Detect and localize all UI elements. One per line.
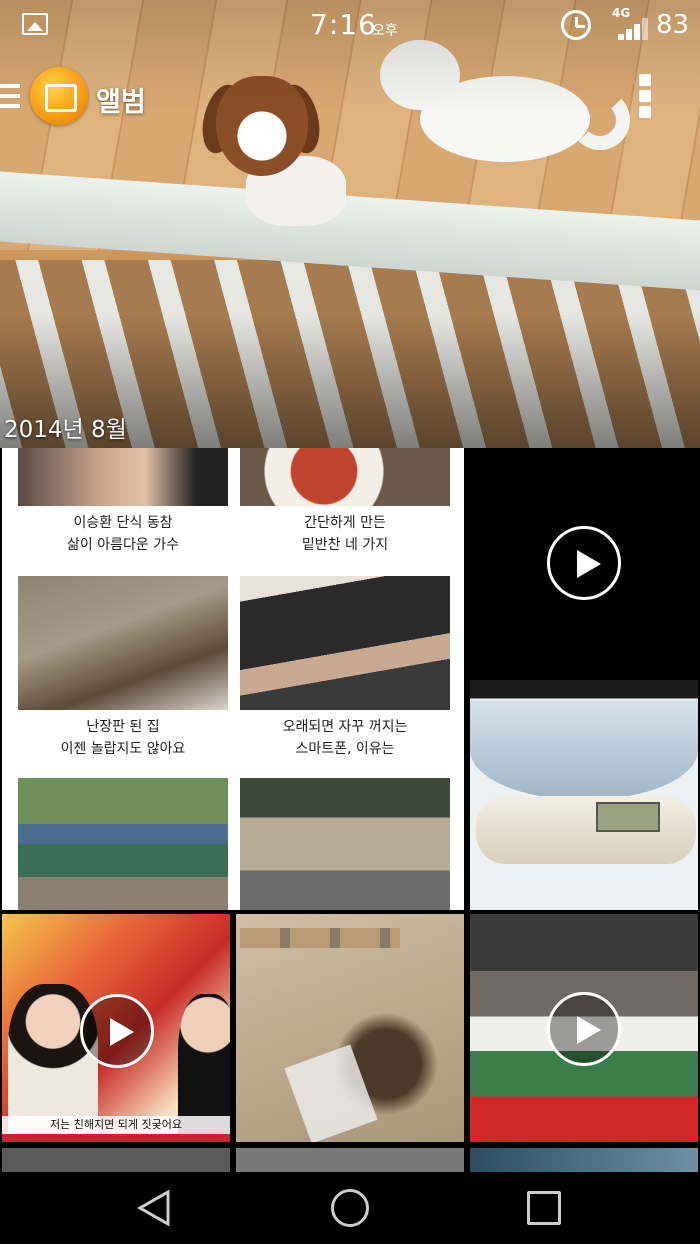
video-thumbnail-crowd[interactable] [470,914,698,1142]
news-caption-2: 간단하게 만든 밑반찬 네 가지 [301,515,389,553]
show-subtitle: 저는 친해지면 되게 짓궂어요 [2,1116,230,1134]
show-person-left [8,984,98,1134]
app-bar: 앨범 [0,62,700,132]
news-caption-4: 오래되면 자꾸 꺼지는 스마트폰, 이유는 [282,719,408,757]
show-person-right [178,994,230,1134]
signal-strength-icon [618,18,650,40]
home-icon[interactable] [331,1189,369,1227]
album-cover-photo: 7:16 오후 4G 83 앨범 2014년 8월 [0,0,700,448]
play-icon[interactable] [80,994,154,1068]
photo-grid: 이승환 단식 동참 삶이 아름다운 가수 간단하게 만든 밑반찬 네 가지 난장판 … [0,448,700,1172]
status-bar: 7:16 오후 4G 83 [0,0,700,52]
news-caption-1: 이승환 단식 동참 삶이 아름다운 가수 [67,515,179,553]
photo-thumbnail-partial-1[interactable] [2,1148,230,1172]
status-time: 7:16 [310,8,377,41]
show-ticker [2,1134,230,1142]
news-thumb-phone-battery [240,576,450,710]
menu-icon[interactable] [0,84,20,108]
status-ampm: 오후 [372,23,398,39]
play-icon[interactable] [547,526,621,600]
photo-thumbnail-partial-3[interactable] [470,1148,698,1172]
news-thumb-messy-floor [18,576,228,710]
device-body [476,796,696,864]
app-title: 앨범 [96,87,146,118]
gallery-app-icon[interactable] [30,67,88,125]
back-icon[interactable] [137,1190,171,1226]
recent-apps-icon[interactable] [527,1191,561,1225]
news-thumb-suv [240,778,450,910]
news-thumb-food [240,448,450,506]
photo-thumbnail-device[interactable] [470,680,698,910]
overflow-menu-icon[interactable] [639,74,651,118]
battery-level: 83 [656,10,690,40]
news-collage-thumbnail[interactable]: 이승환 단식 동참 삶이 아름다운 가수 간단하게 만든 밑반찬 네 가지 난장판 … [2,448,464,910]
play-icon[interactable] [547,992,621,1066]
photo-thumbnail-partial-2[interactable] [236,1148,464,1172]
floor-bowls [240,928,400,948]
photo-thumbnail-messy-floor[interactable] [236,914,464,1142]
navigation-bar [0,1172,700,1244]
device-screen [596,802,660,832]
news-thumb-person [18,448,228,506]
section-date-label: 2014년 8월 [4,417,127,443]
device-case-lid [470,700,698,800]
news-thumb-street [18,778,228,910]
video-thumbnail-tv-show[interactable]: 저는 친해지면 되게 짓궂어요 [2,914,230,1142]
video-thumbnail-black[interactable] [470,448,698,676]
news-caption-3: 난장판 된 집 이젠 놀랍지도 않아요 [60,719,186,757]
alarm-clock-icon [561,10,591,40]
gallery-notification-icon [22,13,48,35]
